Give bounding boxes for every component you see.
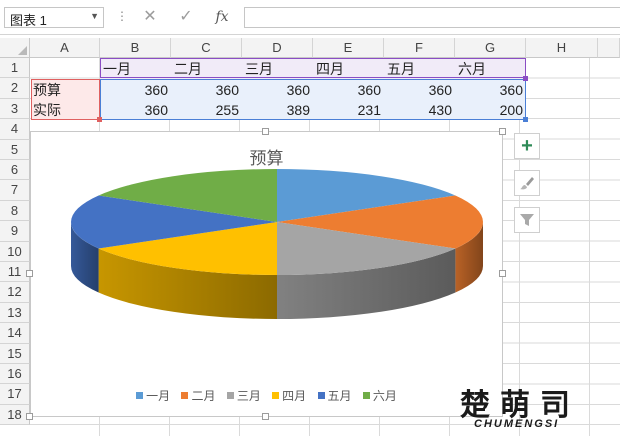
pie-chart[interactable]: 预算 一月 二月 三月 四月 五月 六月 — [30, 131, 503, 417]
more-dots-icon: ⋮ — [116, 9, 128, 23]
name-box-value: 图表 1 — [10, 13, 47, 28]
watermark-logo: 楚萌司 CHUMENGSI — [454, 380, 620, 436]
legend-label: 一月 — [146, 389, 171, 403]
legend-label: 四月 — [282, 389, 307, 403]
legend-item-jan[interactable]: 一月 — [136, 387, 170, 404]
legend-swatch — [362, 392, 370, 399]
chart-styles-button[interactable] — [514, 170, 540, 196]
watermark-sub: CHUMENGSI — [474, 418, 560, 430]
legend-item-feb[interactable]: 二月 — [181, 387, 215, 404]
column-header-g[interactable]: G — [455, 38, 526, 58]
insert-function-icon[interactable]: fx — [208, 6, 236, 28]
legend-swatch — [181, 392, 189, 399]
filter-icon — [520, 214, 534, 226]
row-header-16[interactable]: 16 — [0, 364, 30, 385]
row-header-6[interactable]: 6 — [0, 160, 30, 181]
legend-item-jun[interactable]: 六月 — [362, 387, 397, 404]
column-header-extra[interactable] — [598, 38, 620, 58]
legend-label: 二月 — [191, 389, 216, 403]
chart-resize-handle-right[interactable] — [499, 270, 506, 277]
row-header-2[interactable]: 2 — [0, 78, 30, 99]
column-header-d[interactable]: D — [242, 38, 313, 58]
column-header-a[interactable]: A — [30, 38, 100, 58]
name-box[interactable]: 图表 1 ▼ — [4, 7, 104, 28]
range-handle-red[interactable] — [97, 117, 102, 122]
row-header-17[interactable]: 17 — [0, 384, 30, 405]
chevron-down-icon[interactable]: ▼ — [90, 11, 99, 21]
chart-resize-handle-top[interactable] — [262, 128, 269, 135]
brush-icon — [520, 177, 534, 190]
chart-elements-button[interactable]: + — [514, 133, 540, 159]
legend-swatch — [226, 392, 234, 399]
cancel-icon[interactable]: ✕ — [136, 6, 164, 28]
chart-resize-handle-left[interactable] — [26, 270, 33, 277]
chart-resize-handle-bottom[interactable] — [262, 413, 269, 420]
legend-item-mar[interactable]: 三月 — [226, 387, 261, 404]
series-name-range — [100, 58, 526, 78]
row-header-8[interactable]: 8 — [0, 200, 30, 222]
legend-item-apr[interactable]: 四月 — [272, 387, 306, 404]
chart-resize-handle-top-right[interactable] — [499, 128, 506, 135]
chart-resize-handle-bottom-left[interactable] — [26, 413, 33, 420]
column-header-f[interactable]: F — [384, 38, 455, 58]
row-header-5[interactable]: 5 — [0, 139, 30, 160]
row-header-15[interactable]: 15 — [0, 343, 30, 364]
row-header-14[interactable]: 14 — [0, 323, 30, 344]
legend-item-may[interactable]: 五月 — [317, 387, 352, 404]
select-all-corner[interactable] — [0, 38, 30, 58]
legend-label: 六月 — [372, 389, 397, 403]
chart-legend[interactable]: 一月 二月 三月 四月 五月 六月 — [31, 387, 502, 404]
check-icon[interactable]: ✓ — [172, 6, 200, 28]
pie-plot-area[interactable] — [31, 132, 504, 418]
row-header-4[interactable]: 4 — [0, 119, 30, 140]
range-handle-blue[interactable] — [523, 117, 528, 122]
column-header-b[interactable]: B — [100, 38, 171, 58]
legend-swatch — [272, 392, 280, 399]
row-header-9[interactable]: 9 — [0, 221, 30, 242]
range-handle-purple[interactable] — [523, 76, 528, 81]
column-header-c[interactable]: C — [171, 38, 242, 58]
plus-icon: + — [521, 135, 533, 157]
row-header-7[interactable]: 7 — [0, 180, 30, 201]
formula-input[interactable] — [244, 7, 620, 28]
legend-swatch — [317, 392, 325, 399]
legend-swatch — [136, 392, 144, 399]
row-header-3[interactable]: 3 — [0, 98, 30, 120]
row-header-10[interactable]: 10 — [0, 241, 30, 262]
column-header-h[interactable]: H — [526, 38, 598, 58]
legend-label: 五月 — [327, 389, 352, 403]
row-header-12[interactable]: 12 — [0, 282, 30, 303]
chart-filters-button[interactable] — [514, 207, 540, 233]
row-header-13[interactable]: 13 — [0, 302, 30, 324]
category-range — [31, 79, 100, 120]
formula-bar: 图表 1 ▼ ⋮ ✕ ✓ fx — [0, 0, 620, 35]
column-header-e[interactable]: E — [313, 38, 384, 58]
row-header-1[interactable]: 1 — [0, 58, 30, 79]
values-range — [100, 79, 526, 120]
formula-buttons: ✕ ✓ fx — [130, 5, 242, 29]
legend-label: 三月 — [236, 389, 261, 403]
